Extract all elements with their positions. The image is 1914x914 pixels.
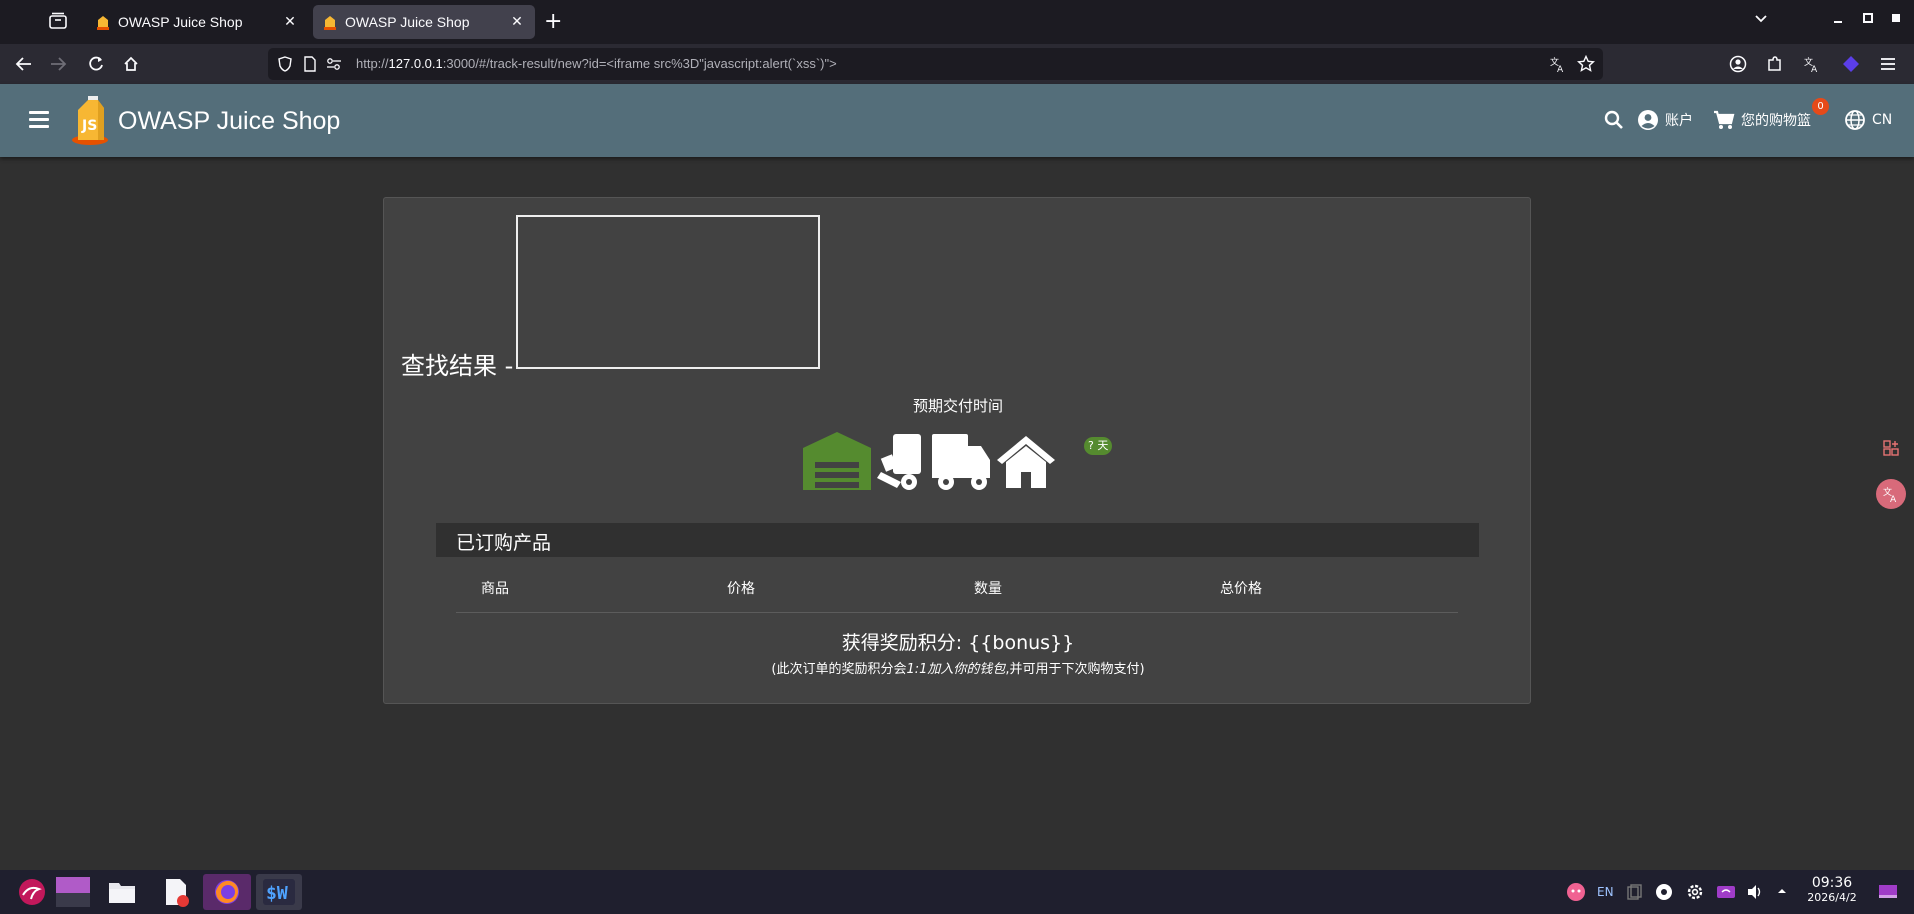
language-button[interactable]: CN [1844, 106, 1892, 134]
close-tab-icon[interactable]: ✕ [509, 14, 525, 30]
account-button[interactable]: 账户 [1637, 106, 1693, 134]
account-circle-icon[interactable] [1728, 54, 1748, 74]
browser-navigation-bar: http://127.0.0.1:3000/#/track-result/new… [0, 44, 1914, 84]
page-info-icon[interactable] [303, 56, 317, 72]
truck-icon [932, 434, 990, 490]
translate-icon[interactable]: 文A [1549, 55, 1567, 73]
browser-tab-2[interactable]: OWASP Juice Shop ✕ [313, 5, 535, 39]
bonus-note: (此次订单的奖励积分会1:1加入你的钱包,并可用于下次购物支付) [384, 658, 1532, 677]
account-circle-icon [1638, 110, 1658, 130]
tray-app-icon[interactable] [1566, 882, 1586, 905]
bookmark-star-icon[interactable] [1577, 55, 1595, 73]
svg-text:$W: $W [266, 883, 288, 904]
screenshot-tool-icon[interactable] [1876, 433, 1906, 463]
juice-shop-logo[interactable]: JS [68, 94, 118, 148]
tab-title: OWASP Juice Shop [345, 14, 470, 30]
network-status-icon[interactable] [1655, 883, 1673, 904]
list-all-tabs-icon[interactable] [1753, 10, 1769, 30]
text-editor-icon[interactable] [157, 874, 195, 910]
home-icon[interactable] [121, 54, 141, 74]
basket-label: 您的购物篮 [1741, 113, 1811, 129]
bonus-note-suffix: ,并可用于下次购物支付) [1005, 662, 1145, 677]
globe-icon [1845, 110, 1865, 130]
injected-iframe[interactable] [516, 215, 820, 369]
extensions-puzzle-icon[interactable] [1765, 54, 1785, 74]
permissions-icon[interactable] [326, 56, 342, 72]
column-header-quantity: 数量 [974, 581, 1002, 597]
track-result-card: 查找结果 - 预期交付时间 ? 天 已订购产品 商品 价格 数量 总价格 获得奖… [383, 197, 1531, 704]
system-taskbar: $W EN 09:36 2026/4/2 [0, 870, 1914, 914]
purple-extension-icon[interactable] [1841, 54, 1861, 74]
ordered-products-header: 已订购产品 [436, 523, 1479, 557]
url-scheme: http:// [356, 56, 389, 71]
volume-icon[interactable] [1746, 883, 1764, 904]
workspace-switcher-icon[interactable] [54, 874, 92, 910]
settings-gear-icon[interactable] [1686, 883, 1704, 904]
basket-count-badge: 0 [1812, 98, 1829, 115]
terminal-icon[interactable]: $W [256, 874, 302, 910]
column-header-price: 价格 [727, 581, 755, 597]
account-label: 账户 [1665, 113, 1693, 129]
hamburger-menu-icon[interactable] [1878, 54, 1898, 74]
clock-date: 2026/4/2 [1807, 891, 1857, 904]
url-text[interactable]: http://127.0.0.1:3000/#/track-result/new… [356, 56, 837, 71]
system-clock[interactable]: 09:36 2026/4/2 [1800, 875, 1864, 904]
app-title[interactable]: OWASP Juice Shop [118, 107, 340, 136]
maximize-window-icon[interactable] [1862, 10, 1874, 30]
forward-arrow-icon[interactable] [48, 54, 68, 74]
back-arrow-icon[interactable] [14, 54, 34, 74]
input-language-indicator[interactable]: EN [1597, 885, 1614, 899]
tab-overview-icon[interactable] [48, 12, 70, 32]
url-path: :3000/#/track-result/new?id=<iframe src%… [442, 56, 837, 71]
shield-icon[interactable] [277, 56, 293, 72]
search-button[interactable] [1603, 106, 1631, 134]
translate-float-icon[interactable]: 文A [1876, 479, 1906, 509]
clipboard-icon[interactable] [1625, 883, 1643, 904]
ordered-products-title: 已订购产品 [456, 532, 552, 554]
side-menu-icon[interactable] [29, 111, 49, 128]
table-divider [456, 612, 1458, 613]
close-window-icon[interactable] [1890, 10, 1902, 30]
column-header-total-price: 总价格 [1220, 581, 1262, 597]
house-icon [997, 436, 1055, 488]
search-icon [1604, 110, 1623, 129]
close-tab-icon[interactable]: ✕ [282, 14, 298, 30]
bonus-note-emphasis: 1:1加入你的钱包 [906, 662, 1006, 677]
new-tab-button[interactable]: + [544, 10, 562, 34]
address-bar[interactable]: http://127.0.0.1:3000/#/track-result/new… [268, 48, 1603, 80]
tab-title: OWASP Juice Shop [118, 14, 243, 30]
juice-shop-favicon-icon [97, 16, 109, 30]
firefox-taskbar-icon[interactable] [203, 874, 251, 910]
delivery-progress [803, 432, 1055, 490]
clock-time: 09:36 [1811, 875, 1853, 891]
bonus-points-text: 获得奖励积分: {{bonus}} [841, 632, 1075, 654]
shopping-cart-icon [1714, 110, 1735, 129]
bonus-note-prefix: (此次订单的奖励积分会 [771, 662, 907, 677]
browser-tab-1[interactable]: OWASP Juice Shop ✕ [86, 5, 308, 39]
translate-extension-icon[interactable]: 文A [1802, 54, 1822, 74]
url-host: 127.0.0.1 [388, 56, 443, 71]
dolly-icon [877, 434, 921, 490]
delivery-days-badge: ? 天 [1084, 437, 1113, 455]
juice-shop-favicon-icon [324, 16, 336, 30]
vpn-icon[interactable] [1716, 883, 1736, 904]
svg-text:A: A [1811, 65, 1818, 73]
minimize-window-icon[interactable] [1832, 10, 1844, 30]
browser-tab-strip: OWASP Juice Shop ✕ OWASP Juice Shop ✕ + [0, 0, 1914, 44]
show-desktop-icon[interactable] [1878, 883, 1898, 904]
reload-icon[interactable] [86, 54, 106, 74]
file-manager-icon[interactable] [103, 874, 141, 910]
column-header-product: 商品 [481, 581, 509, 597]
tray-expand-icon[interactable] [1776, 884, 1788, 901]
warehouse-icon [803, 432, 871, 490]
kali-menu-icon[interactable] [13, 874, 51, 910]
app-toolbar: JS OWASP Juice Shop 账户 您的购物篮 0 CN [0, 84, 1914, 157]
delivery-label: 预期交付时间 [912, 397, 1003, 415]
svg-text:JS: JS [81, 118, 97, 134]
svg-text:A: A [1557, 65, 1564, 73]
svg-text:A: A [1890, 495, 1897, 503]
language-label: CN [1872, 112, 1893, 128]
basket-button[interactable]: 您的购物篮 [1713, 106, 1811, 134]
result-title: 查找结果 - [401, 352, 514, 380]
